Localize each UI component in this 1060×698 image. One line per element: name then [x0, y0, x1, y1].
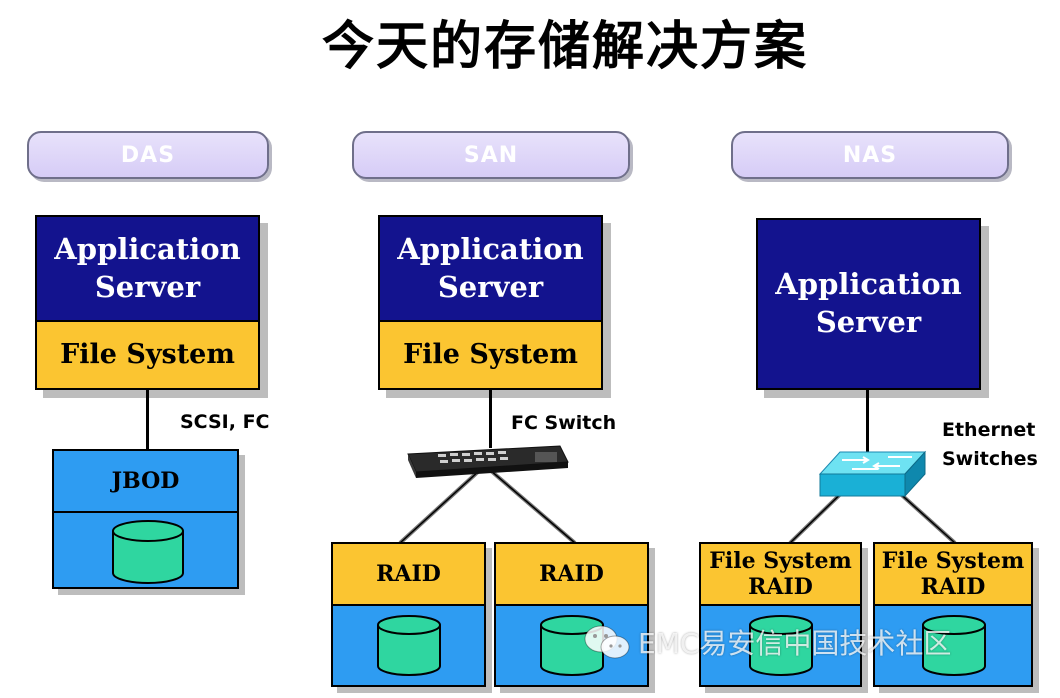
das-connection-line [146, 390, 149, 450]
san-server-line1: Application [397, 231, 584, 266]
das-jbod-label: JBOD [111, 468, 180, 494]
header-das: DAS [27, 131, 269, 179]
nas-server-line2: Server [815, 305, 922, 339]
nas-ethernet-switch-icon [788, 450, 957, 545]
san-fc-switch-icon [398, 445, 577, 545]
das-application-server: Application Server File System [35, 215, 260, 390]
das-jbod: JBOD [52, 449, 239, 589]
san-application-server: Application Server File System [378, 215, 603, 390]
nas-filer-2-fs-label: File System [881, 547, 1025, 574]
nas-filer-1-raid-label: RAID [748, 574, 813, 600]
san-server-line2: Server [437, 269, 544, 304]
header-san: SAN [352, 131, 630, 179]
watermark-text: EMC易安信中国技术社区 [638, 627, 952, 660]
nas-filer-2-raid-label: RAID [920, 574, 986, 600]
wechat-icon [584, 625, 630, 659]
san-link-label: FC Switch [511, 412, 617, 434]
das-file-system-label: File System [60, 339, 235, 371]
san-raid-1-label: RAID [376, 560, 441, 587]
watermark: EMC易安信中国技术社区 [582, 622, 951, 662]
san-raid-1: RAID [331, 542, 486, 687]
das-server-line1: Application [54, 231, 241, 266]
san-raid-2: RAID [494, 542, 649, 687]
san-raid-2-label: RAID [539, 560, 604, 587]
page-title: 今天的存储解决方案 [321, 16, 808, 77]
san-file-system-label: File System [403, 339, 578, 371]
nas-server-line1: Application [775, 267, 962, 302]
das-server-line2: Server [94, 269, 201, 304]
nas-filer-2: File System RAID [873, 542, 1033, 687]
nas-filer-1-fs-label: File System [709, 547, 852, 574]
nas-filer-1: File System RAID [699, 542, 862, 687]
san-raid-1-disk-icon [377, 615, 441, 676]
das-link-label: SCSI, FC [180, 411, 270, 433]
header-nas: NAS [731, 131, 1009, 179]
das-disk-icon [112, 520, 184, 584]
nas-application-server: Application Server [756, 218, 981, 390]
